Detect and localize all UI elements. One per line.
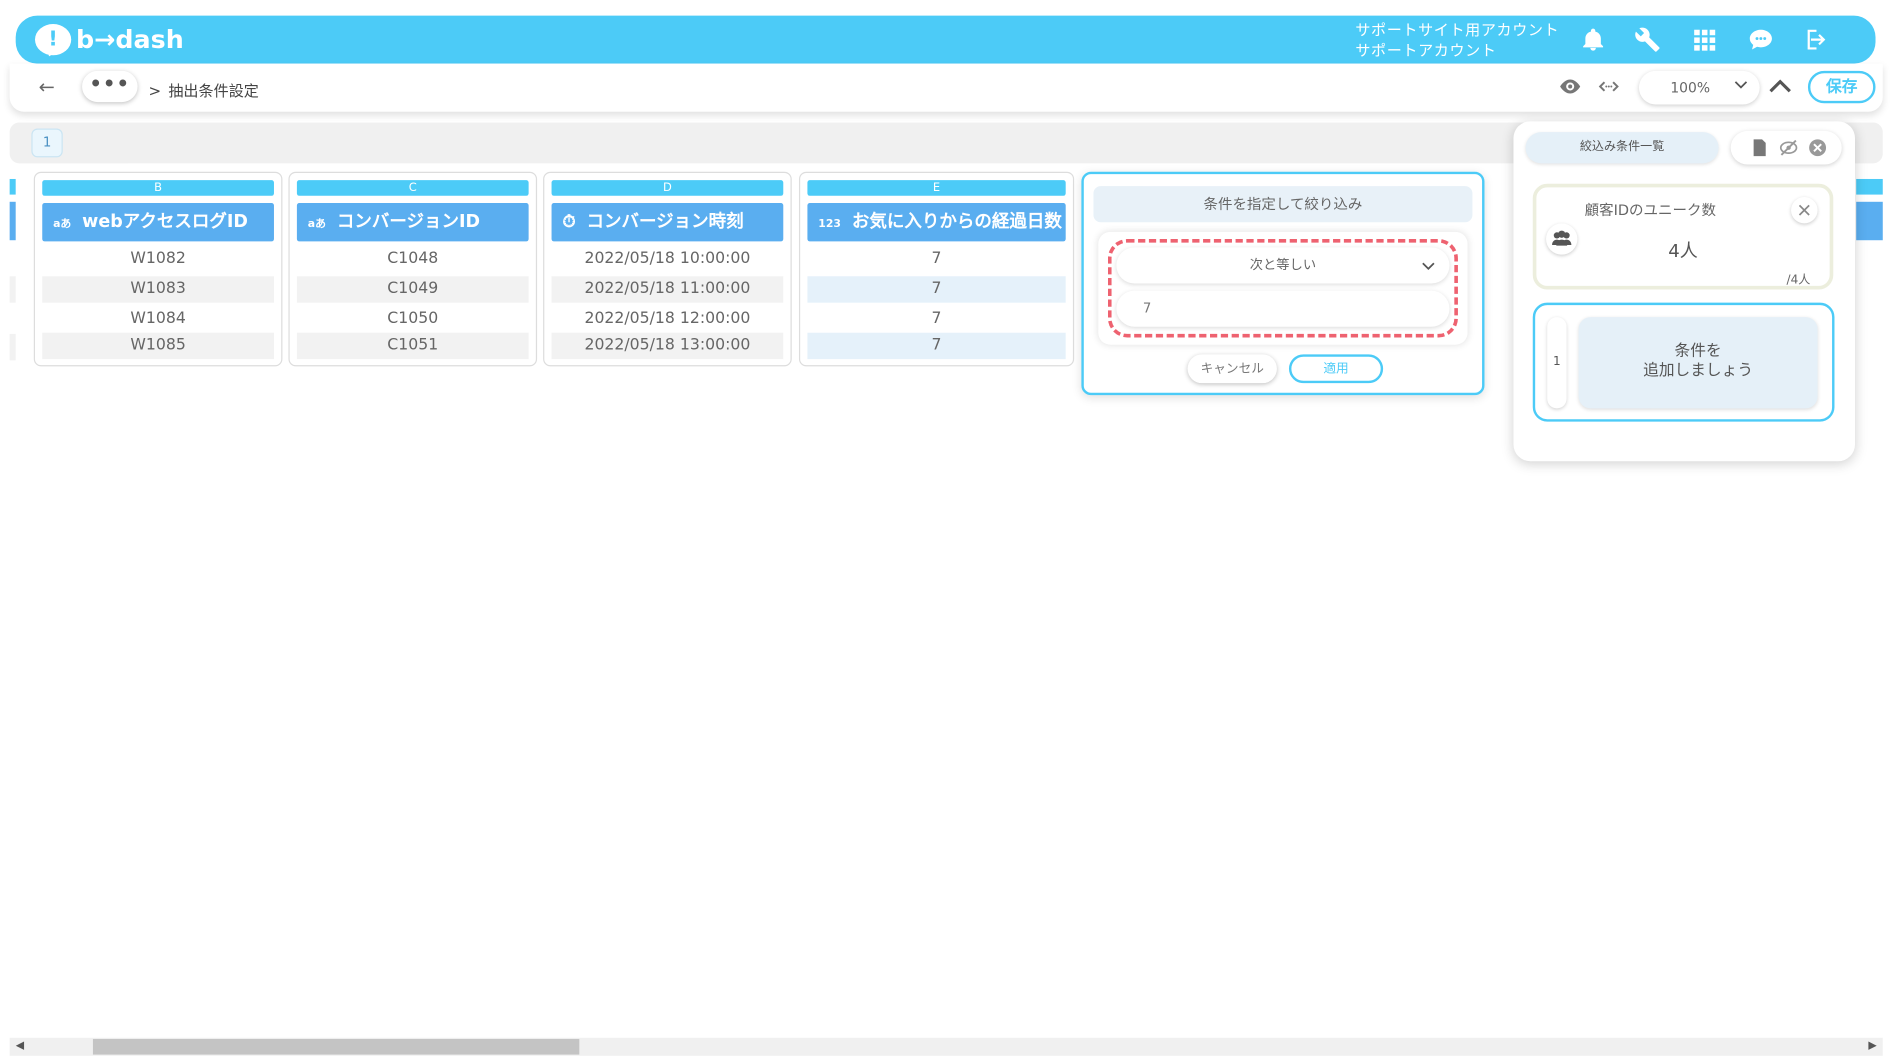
column-letter: E <box>807 180 1066 196</box>
operator-select[interactable]: 次と等しい <box>1116 247 1450 284</box>
number-type-icon: 123 <box>818 218 841 231</box>
b-dash-logo[interactable]: ! b→dash <box>35 23 184 57</box>
table-cell: W1083 <box>42 276 274 303</box>
grid-icon[interactable] <box>1688 25 1719 54</box>
column-header[interactable]: ⏱ コンバージョン時刻 <box>551 202 784 242</box>
metric-hide-icon[interactable] <box>1791 196 1818 224</box>
column-header[interactable]: 123 お気に入りからの経過日数 <box>807 202 1066 242</box>
unique-count-card: 顧客IDのユニーク数 4人 /4人 <box>1532 183 1834 290</box>
partial-column-right <box>1856 172 1883 367</box>
table-cell: 2022/05/18 10:00:00 <box>584 249 751 268</box>
breadcrumb-separator: > <box>148 81 162 100</box>
scroll-right-icon[interactable]: ▶ <box>1868 1040 1876 1052</box>
metric-total: /4人 <box>1786 273 1811 288</box>
bell-icon[interactable] <box>1577 25 1608 54</box>
column-title: webアクセスログID <box>82 212 248 232</box>
metric-label: 顧客IDのユニーク数 <box>1584 201 1716 219</box>
zoom-select[interactable]: 100% <box>1639 71 1760 105</box>
filter-popup-title: 条件を指定して絞り込み <box>1093 186 1473 223</box>
condition-number: 1 <box>1547 317 1566 408</box>
wrench-icon[interactable] <box>1632 25 1663 54</box>
highlight-outline: 次と等しい 7 <box>1107 239 1458 338</box>
document-icon[interactable] <box>1750 138 1769 157</box>
metric-value: 4人 <box>1668 240 1698 262</box>
logo-text: b→dash <box>76 25 184 55</box>
visibility-off-icon[interactable] <box>1779 138 1798 157</box>
column-letter: B <box>42 180 274 196</box>
partial-column-left <box>9 172 24 367</box>
column-title: コンバージョン時刻 <box>586 212 744 232</box>
breadcrumb: > 抽出条件設定 <box>148 78 258 101</box>
table-cell: C1048 <box>387 249 439 268</box>
breadcrumb-current: 抽出条件設定 <box>168 81 259 100</box>
table-cell: W1082 <box>130 249 186 268</box>
condition-card: 1 条件を 追加しましょう <box>1532 302 1835 422</box>
operator-value: 次と等しい <box>1249 257 1317 273</box>
zoom-value: 100% <box>1670 79 1711 97</box>
column-header[interactable]: aあ コンバージョンID <box>296 202 529 242</box>
cancel-button[interactable]: キャンセル <box>1187 354 1277 384</box>
filter-conditions-panel: 絞込み条件一覧 顧客IDのユニーク数 4人 /4人 1 条件を 追加しましょう <box>1513 121 1856 462</box>
column-c[interactable]: C aあ コンバージョンID C1048 C1049 C1050 C1051 <box>288 171 538 367</box>
table-cell: 7 <box>807 276 1066 303</box>
table-cell: 2022/05/18 11:00:00 <box>551 276 784 303</box>
filter-condition-box: 次と等しい 7 <box>1098 231 1468 345</box>
filter-value-input[interactable]: 7 <box>1116 290 1450 327</box>
column-letter: D <box>551 180 784 196</box>
account-user-name: サポートアカウント <box>1355 40 1497 59</box>
add-condition-line1: 条件を <box>1674 342 1722 361</box>
logout-icon[interactable] <box>1802 25 1833 54</box>
table-cell: 2022/05/18 13:00:00 <box>551 332 784 360</box>
table-cell: C1051 <box>296 332 529 360</box>
stopwatch-icon: ⏱ <box>562 212 576 232</box>
column-header[interactable]: aあ webアクセスログID <box>42 202 274 242</box>
more-breadcrumb-button[interactable]: ••• <box>82 70 138 103</box>
chat-icon[interactable] <box>1745 25 1776 54</box>
add-condition-line2: 追加しましょう <box>1643 361 1754 380</box>
scroll-left-icon[interactable]: ◀ <box>16 1040 24 1052</box>
text-type-icon: aあ <box>53 218 72 231</box>
app-window: ! b→dash サポートサイト用アカウント サポートアカウント ← ••• >… <box>0 0 1890 1063</box>
table-cell: 7 <box>931 249 942 268</box>
table-cell: 7 <box>807 332 1066 360</box>
back-arrow-icon[interactable]: ← <box>39 76 55 99</box>
column-e[interactable]: E 123 お気に入りからの経過日数 7 7 7 7 <box>798 171 1075 367</box>
save-button[interactable]: 保存 <box>1807 70 1876 104</box>
cancel-circle-icon[interactable] <box>1808 138 1827 157</box>
table-cell: 7 <box>931 309 942 328</box>
top-header: ! b→dash サポートサイト用アカウント サポートアカウント <box>15 15 1876 64</box>
eye-icon[interactable] <box>1557 74 1584 103</box>
column-b[interactable]: B aあ webアクセスログID W1082 W1083 W1084 W1085 <box>33 171 283 367</box>
table-cell: W1084 <box>130 309 186 328</box>
account-site-name: サポートサイト用アカウント <box>1355 20 1560 39</box>
page-tab-1[interactable]: 1 <box>31 128 63 158</box>
account-info[interactable]: サポートサイト用アカウント サポートアカウント <box>1355 19 1559 60</box>
scrollbar-thumb[interactable] <box>92 1038 580 1055</box>
panel-toolbar <box>1730 130 1842 165</box>
column-title: コンバージョンID <box>336 212 481 232</box>
text-type-icon: aあ <box>307 218 326 231</box>
chevron-down-icon <box>1734 78 1748 95</box>
horizontal-scrollbar[interactable]: ◀ ▶ <box>9 1037 1883 1056</box>
collapse-up-icon[interactable] <box>1767 76 1794 98</box>
column-d[interactable]: D ⏱ コンバージョン時刻 2022/05/18 10:00:00 2022/05… <box>543 171 792 367</box>
table-cell: 2022/05/18 12:00:00 <box>584 309 751 328</box>
column-title: お気に入りからの経過日数 <box>851 212 1062 232</box>
table-cell: W1085 <box>42 332 274 360</box>
filter-popup: 条件を指定して絞り込み 次と等しい 7 キャンセル 適用 <box>1081 171 1485 396</box>
logo-bubble-icon: ! <box>35 24 72 56</box>
expand-horizontal-icon[interactable] <box>1596 74 1623 103</box>
nav-bar: ← ••• > 抽出条件設定 100% 保存 <box>9 63 1883 112</box>
add-condition-button[interactable]: 条件を 追加しましょう <box>1578 317 1818 409</box>
table-cell: C1049 <box>296 276 529 303</box>
table-cell: C1050 <box>387 309 439 328</box>
apply-button[interactable]: 適用 <box>1288 354 1384 384</box>
column-letter: C <box>296 180 529 196</box>
tab-filter-conditions[interactable]: 絞込み条件一覧 <box>1525 132 1719 164</box>
chevron-down-icon <box>1422 247 1435 283</box>
